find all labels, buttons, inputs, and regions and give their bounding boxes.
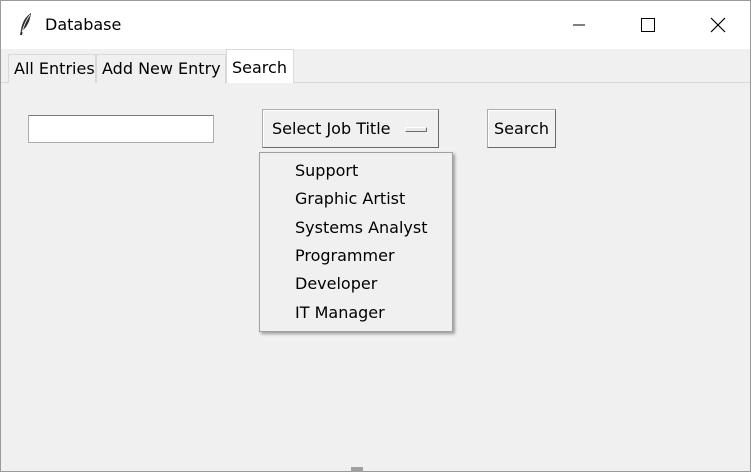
job-title-menubutton[interactable]: Select Job Title	[262, 109, 439, 148]
feather-icon	[19, 12, 33, 36]
job-title-dropdown-menu: Support Graphic Artist Systems Analyst P…	[259, 152, 453, 332]
minimize-icon	[573, 19, 585, 31]
search-input[interactable]	[28, 115, 214, 143]
menu-item-developer[interactable]: Developer	[295, 271, 377, 297]
maximize-button[interactable]	[613, 1, 683, 49]
application-window: Database All Entries Add New Entry Searc…	[0, 0, 751, 472]
menu-item-programmer[interactable]: Programmer	[295, 243, 395, 269]
maximize-icon	[641, 18, 655, 32]
close-icon	[710, 17, 726, 33]
job-title-menubutton-label: Select Job Title	[272, 119, 391, 138]
close-button[interactable]	[683, 1, 751, 49]
search-button[interactable]: Search	[487, 109, 556, 148]
resize-grip[interactable]	[351, 467, 363, 472]
menu-item-systems-analyst[interactable]: Systems Analyst	[295, 215, 428, 241]
menubutton-indicator-icon	[405, 127, 427, 132]
tab-all-entries[interactable]: All Entries	[8, 54, 96, 83]
title-bar[interactable]: Database	[1, 1, 750, 49]
minimize-button[interactable]	[544, 1, 614, 49]
menu-item-it-manager[interactable]: IT Manager	[295, 300, 385, 326]
tab-search[interactable]: Search	[226, 49, 294, 83]
tab-add-new-entry[interactable]: Add New Entry	[96, 54, 226, 83]
menu-item-support[interactable]: Support	[295, 158, 358, 184]
window-title: Database	[45, 15, 122, 34]
menu-item-graphic-artist[interactable]: Graphic Artist	[295, 186, 405, 212]
